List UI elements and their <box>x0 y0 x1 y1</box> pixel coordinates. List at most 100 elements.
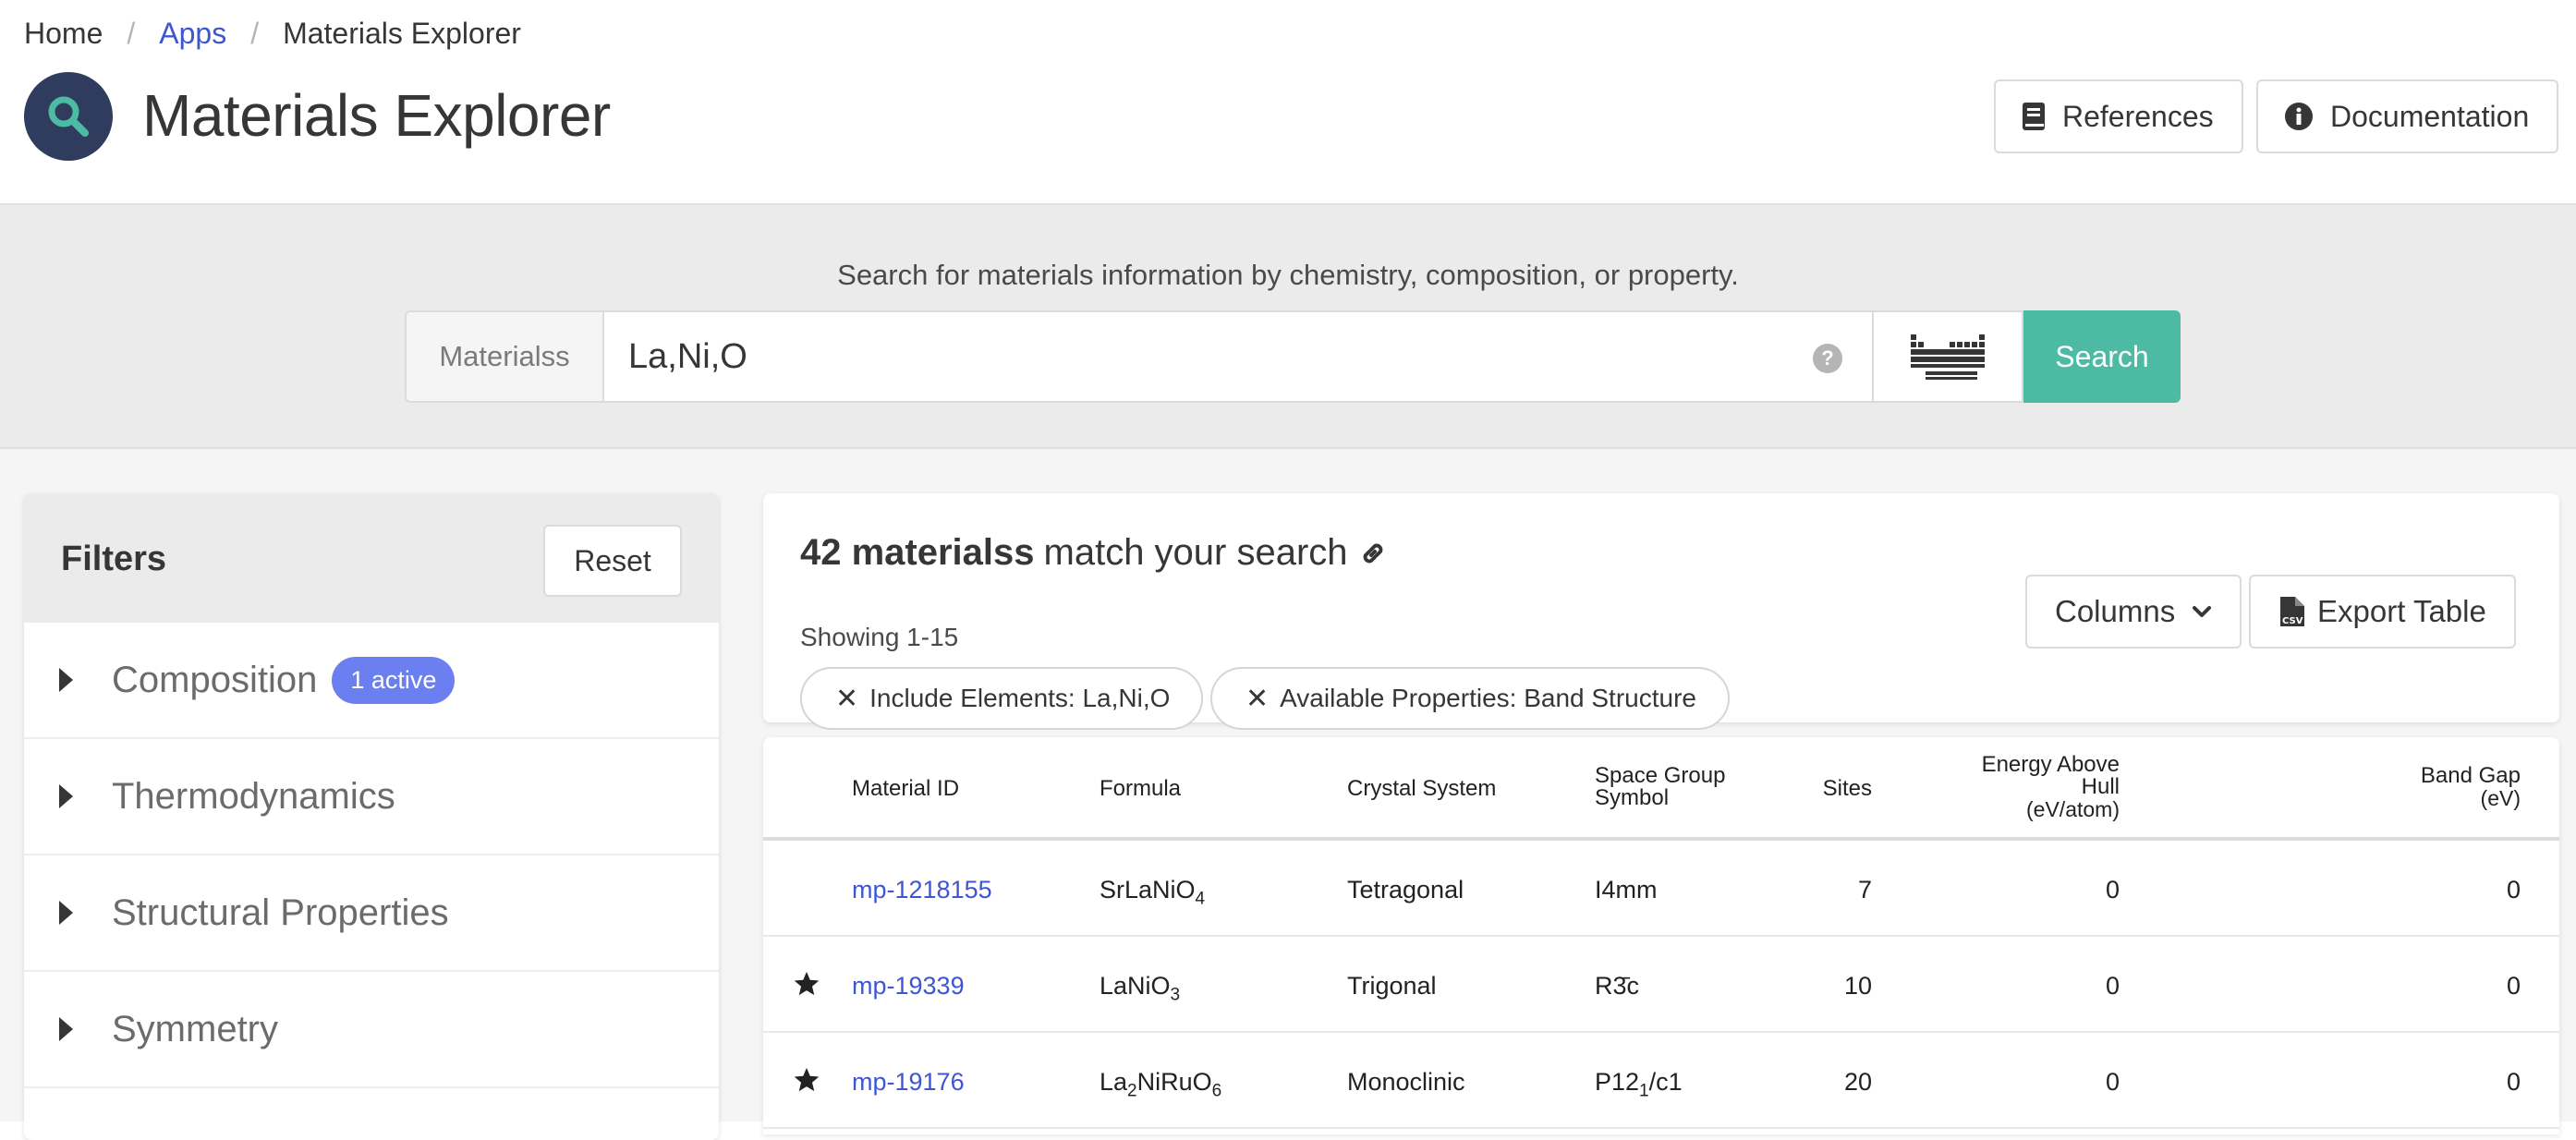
filter-label: Composition <box>112 659 318 700</box>
sites-cell: 7 <box>1857 876 1872 904</box>
material-id-link[interactable]: mp-1218155 <box>852 876 992 904</box>
search-tagline: Search for materials information by chem… <box>837 259 1739 291</box>
csv-file-icon: CSV <box>2280 597 2304 626</box>
results-summary: 42 materialss match your search Showing … <box>763 493 2559 730</box>
close-icon[interactable]: ✕ <box>1245 683 1269 715</box>
col-ehull-unit: (eV/atom) <box>2026 797 2120 821</box>
col-space-group-line2: Symbol <box>1595 785 1670 810</box>
svg-text:CSV: CSV <box>2282 616 2303 626</box>
info-icon <box>2284 102 2314 131</box>
filter-composition[interactable]: Composition 1 active <box>24 623 719 739</box>
filter-thermodynamics[interactable]: Thermodynamics <box>24 739 719 855</box>
col-band-gap[interactable]: Band Gap (eV) <box>2334 763 2521 810</box>
caret-right-icon <box>59 668 73 692</box>
formula-cell: La2NiRuO6 <box>1100 1068 1222 1101</box>
filter-chip-properties[interactable]: ✕ Available Properties: Band Structure <box>1210 667 1730 730</box>
table-row[interactable]: mp-19176 La2NiRuO6 Monoclinic P121/c1 20… <box>763 1033 2559 1129</box>
search-input[interactable]: La,Ni,O ? <box>604 310 1874 403</box>
band-gap-cell: 0 <box>2506 876 2521 904</box>
filter-structural-properties[interactable]: Structural Properties <box>24 855 719 972</box>
breadcrumb: Home / Apps / Materials Explorer <box>24 17 521 51</box>
results-count: 42 materialss match your search <box>800 532 1387 574</box>
band-gap-cell: 0 <box>2506 972 2521 1000</box>
search-addon-label: Materialss <box>405 310 604 403</box>
breadcrumb-apps[interactable]: Apps <box>159 17 226 51</box>
filter-symmetry[interactable]: Symmetry <box>24 972 719 1088</box>
ehull-cell: 0 <box>2105 876 2120 904</box>
filters-header: Filters Reset <box>24 493 719 623</box>
crystal-system-cell: Monoclinic <box>1347 1068 1465 1096</box>
space-group-cell: P121/c1 <box>1595 1068 1683 1101</box>
crystal-system-cell: Trigonal <box>1347 972 1437 1000</box>
band-gap-cell: 0 <box>2506 1068 2521 1096</box>
results-count-number: 42 materialss <box>800 532 1035 573</box>
space-group-cell: R3̄c <box>1595 972 1640 1000</box>
active-badge: 1 active <box>332 656 456 704</box>
filter-chip-elements[interactable]: ✕ Include Elements: La,Ni,O <box>800 667 1204 730</box>
main-content: Filters Reset Composition 1 active Therm… <box>0 449 2576 1140</box>
periodic-table-icon <box>1911 334 1985 380</box>
col-material-id[interactable]: Material ID <box>852 778 959 800</box>
filter-label: Symmetry <box>112 1008 278 1049</box>
documentation-label: Documentation <box>2330 99 2530 133</box>
showing-range: Showing 1-15 <box>800 623 959 651</box>
table-row[interactable]: mp-1218155 SrLaNiO4 Tetragonal I4mm 7 0 … <box>763 841 2559 937</box>
col-crystal-system[interactable]: Crystal System <box>1347 778 1496 800</box>
search-band: Search for materials information by chem… <box>0 205 2576 449</box>
col-formula[interactable]: Formula <box>1100 778 1181 800</box>
col-band-gap-unit: (eV) <box>2480 786 2521 810</box>
chip-label: Include Elements: La,Ni,O <box>869 684 1171 712</box>
col-band-gap-label: Band Gap <box>2420 763 2521 788</box>
columns-label: Columns <box>2055 594 2176 628</box>
sites-cell: 20 <box>1843 1068 1872 1096</box>
page-header: Home / Apps / Materials Explorer Materia… <box>0 0 2576 205</box>
table-header: Material ID Formula Crystal System Space… <box>763 737 2559 841</box>
chevron-down-icon <box>2193 606 2212 617</box>
crystal-system-cell: Tetragonal <box>1347 876 1464 904</box>
filter-label: Thermodynamics <box>112 775 395 817</box>
ehull-cell: 0 <box>2105 1068 2120 1096</box>
export-label: Export Table <box>2317 594 2486 628</box>
search-button[interactable]: Search <box>2023 310 2181 403</box>
col-ehull-line2: Hull <box>2081 774 2120 799</box>
col-space-group-line1: Space Group <box>1595 763 1726 788</box>
filter-label: Structural Properties <box>112 891 449 933</box>
space-group-cell: I4mm <box>1595 876 1658 904</box>
documentation-button[interactable]: Documentation <box>2256 79 2559 153</box>
references-label: References <box>2062 99 2214 133</box>
col-space-group[interactable]: Space Group Symbol <box>1595 765 1725 809</box>
breadcrumb-separator: / <box>127 17 136 50</box>
filters-panel: Filters Reset Composition 1 active Therm… <box>24 493 719 1140</box>
col-energy-above-hull[interactable]: Energy Above Hull (eV/atom) <box>1964 752 2120 821</box>
star-icon[interactable] <box>793 1066 820 1094</box>
breadcrumb-home[interactable]: Home <box>24 17 103 51</box>
results-count-text: match your search <box>1043 532 1348 573</box>
col-sites[interactable]: Sites <box>1780 778 1872 800</box>
caret-right-icon <box>59 784 73 808</box>
sites-cell: 10 <box>1843 972 1872 1000</box>
formula-cell: SrLaNiO4 <box>1100 876 1206 909</box>
material-id-link[interactable]: mp-19339 <box>852 972 965 1001</box>
table-row[interactable]: mp-19339 LaNiO3 Trigonal R3̄c 10 0 0 <box>763 937 2559 1033</box>
periodic-table-button[interactable] <box>1874 310 2023 403</box>
search-bar: Materialss La,Ni,O ? Search <box>405 310 2181 403</box>
export-table-button[interactable]: CSV Export Table <box>2249 575 2516 649</box>
help-icon[interactable]: ? <box>1813 344 1842 373</box>
star-icon[interactable] <box>793 970 820 998</box>
ehull-cell: 0 <box>2105 972 2120 1000</box>
chip-label: Available Properties: Band Structure <box>1280 684 1696 712</box>
reset-button[interactable]: Reset <box>543 525 682 597</box>
material-id-link[interactable]: mp-19176 <box>852 1068 965 1097</box>
page-title: Materials Explorer <box>142 82 611 149</box>
search-input-value: La,Ni,O <box>628 336 747 376</box>
columns-dropdown[interactable]: Columns <box>2025 575 2242 649</box>
link-icon[interactable] <box>1359 540 1387 567</box>
close-icon[interactable]: ✕ <box>835 683 858 715</box>
breadcrumb-current: Materials Explorer <box>283 17 521 50</box>
filters-title: Filters <box>61 540 167 578</box>
col-ehull-line1: Energy Above <box>1981 752 2120 777</box>
references-button[interactable]: References <box>1994 79 2243 153</box>
caret-right-icon <box>59 1017 73 1041</box>
book-icon <box>2022 102 2046 131</box>
breadcrumb-separator: / <box>250 17 260 50</box>
